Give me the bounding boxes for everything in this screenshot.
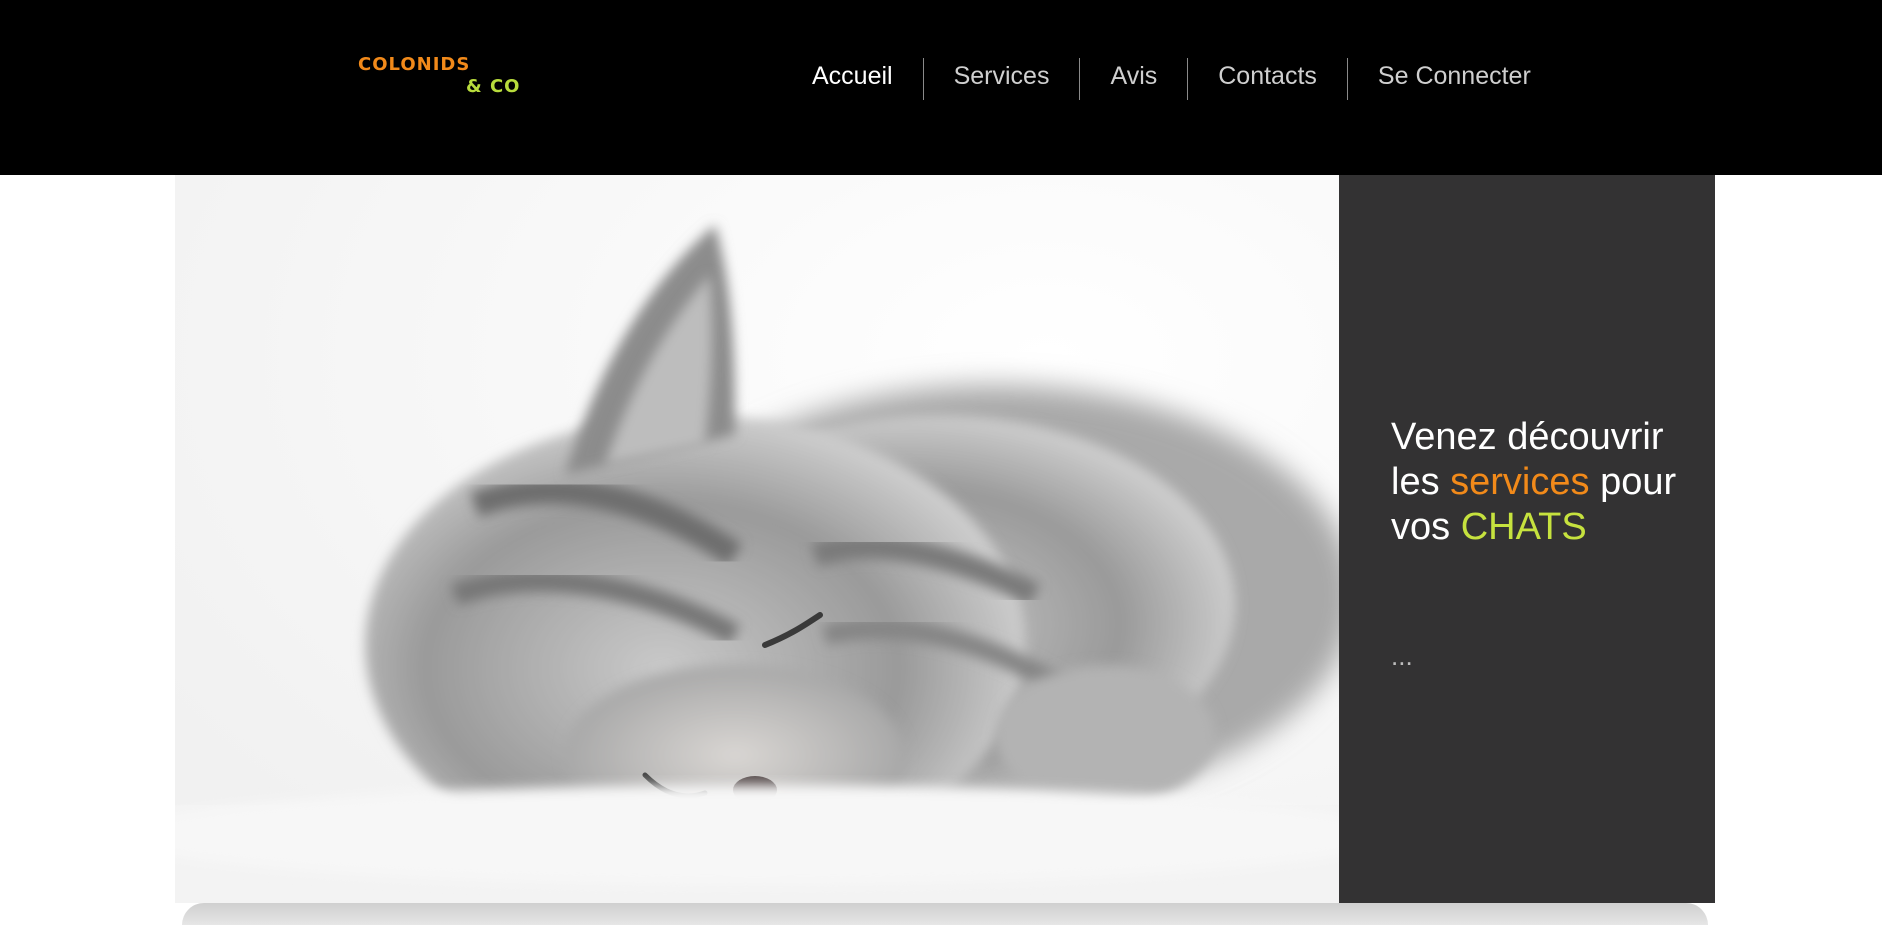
hero-kitten-image — [175, 175, 1339, 903]
nav-item-avis[interactable]: Avis — [1079, 58, 1187, 100]
site-header: COLONIDS & CO Accueil Services Avis Cont… — [0, 0, 1882, 175]
nav-item-se-connecter[interactable]: Se Connecter — [1346, 58, 1561, 100]
tagline-highlight-services: services — [1450, 461, 1590, 503]
brand-line-1: COLONIDS — [358, 54, 471, 75]
main-nav: Accueil Services Avis Contacts Se Connec… — [782, 58, 1561, 100]
hero-tagline: Venez découvrir les services pour vos CH… — [1391, 415, 1691, 550]
hero-section: Venez découvrir les services pour vos CH… — [175, 175, 1715, 903]
nav-item-accueil[interactable]: Accueil — [782, 58, 923, 100]
brand-line-2: & CO — [466, 76, 521, 97]
nav-item-contacts[interactable]: Contacts — [1187, 58, 1347, 100]
tagline-highlight-chats: CHATS — [1460, 506, 1587, 548]
nav-item-services[interactable]: Services — [922, 58, 1080, 100]
content-shadow-strip — [182, 903, 1708, 925]
hero-text-panel: Venez découvrir les services pour vos CH… — [1339, 175, 1715, 903]
brand-logo[interactable]: COLONIDS & CO — [358, 54, 520, 98]
hero-ellipsis: ... — [1391, 641, 1413, 671]
kitten-illustration — [175, 175, 1339, 903]
